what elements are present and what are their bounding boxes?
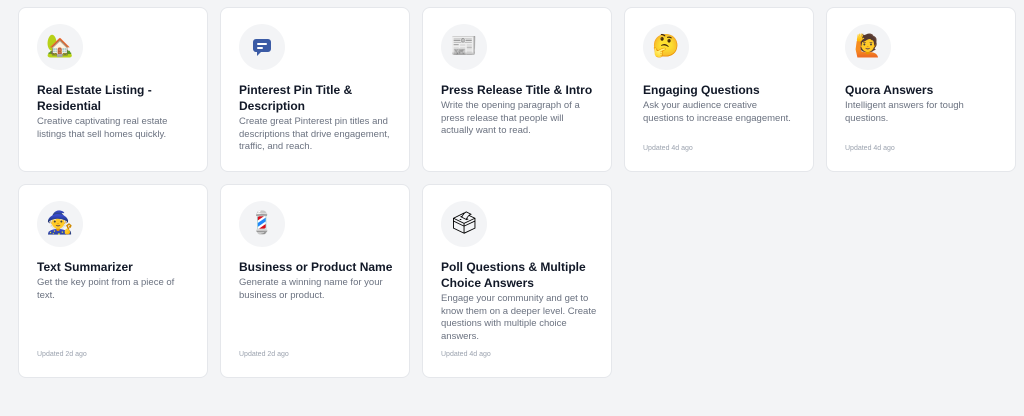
template-card-poll-questions[interactable]: 🗳 Poll Questions & Multiple Choice Answe… (422, 184, 612, 378)
template-grid: 🏡 Real Estate Listing - Residential Crea… (0, 0, 1024, 416)
card-description: Get the key point from a piece of text. (37, 277, 175, 301)
updated-timestamp: Updated 4d ago (441, 351, 491, 358)
template-card-real-estate-listing[interactable]: 🏡 Real Estate Listing - Residential Crea… (18, 7, 208, 172)
card-description: Create great Pinterest pin titles and de… (239, 116, 390, 152)
card-title: Text Summarizer (37, 260, 133, 274)
card-title: Poll Questions & Multiple Choice Answers (441, 260, 586, 290)
speech-bubble-icon (239, 24, 285, 70)
template-card-quora-answers[interactable]: 🙋 Quora Answers Intelligent answers for … (826, 7, 1016, 172)
person-raising-hand-icon: 🙋 (845, 24, 891, 70)
card-title: Pinterest Pin Title & Description (239, 83, 353, 113)
newspaper-icon: 📰 (441, 24, 487, 70)
updated-timestamp: Updated 2d ago (37, 351, 87, 358)
card-title: Quora Answers (845, 83, 934, 97)
mage-icon: 🧙 (37, 201, 83, 247)
card-description: Ask your audience creative questions to … (643, 100, 791, 124)
ballot-box-icon: 🗳 (441, 201, 487, 247)
template-card-text-summarizer[interactable]: 🧙 Text Summarizer Get the key point from… (18, 184, 208, 378)
card-title: Engaging Questions (643, 83, 760, 97)
template-card-pinterest-pin[interactable]: Pinterest Pin Title & Description Create… (220, 7, 410, 172)
card-title: Press Release Title & Intro (441, 83, 593, 97)
template-card-business-product-name[interactable]: 💈 Business or Product Name Generate a wi… (220, 184, 410, 378)
template-card-press-release[interactable]: 📰 Press Release Title & Intro Write the … (422, 7, 612, 172)
card-description: Intelligent answers for tough questions. (845, 100, 964, 124)
card-description: Generate a winning name for your busines… (239, 277, 383, 301)
card-title: Business or Product Name (239, 260, 393, 274)
card-description: Creative captivating real estate listing… (37, 116, 168, 140)
card-title: Real Estate Listing - Residential (37, 83, 152, 113)
updated-timestamp: Updated 4d ago (845, 145, 895, 152)
card-description: Write the opening paragraph of a press r… (441, 100, 580, 136)
thinking-face-icon: 🤔 (643, 24, 689, 70)
template-card-engaging-questions[interactable]: 🤔 Engaging Questions Ask your audience c… (624, 7, 814, 172)
barber-pole-icon: 💈 (239, 201, 285, 247)
house-with-garden-icon: 🏡 (37, 24, 83, 70)
updated-timestamp: Updated 2d ago (239, 351, 289, 358)
updated-timestamp: Updated 4d ago (643, 145, 693, 152)
card-description: Engage your community and get to know th… (441, 293, 597, 342)
